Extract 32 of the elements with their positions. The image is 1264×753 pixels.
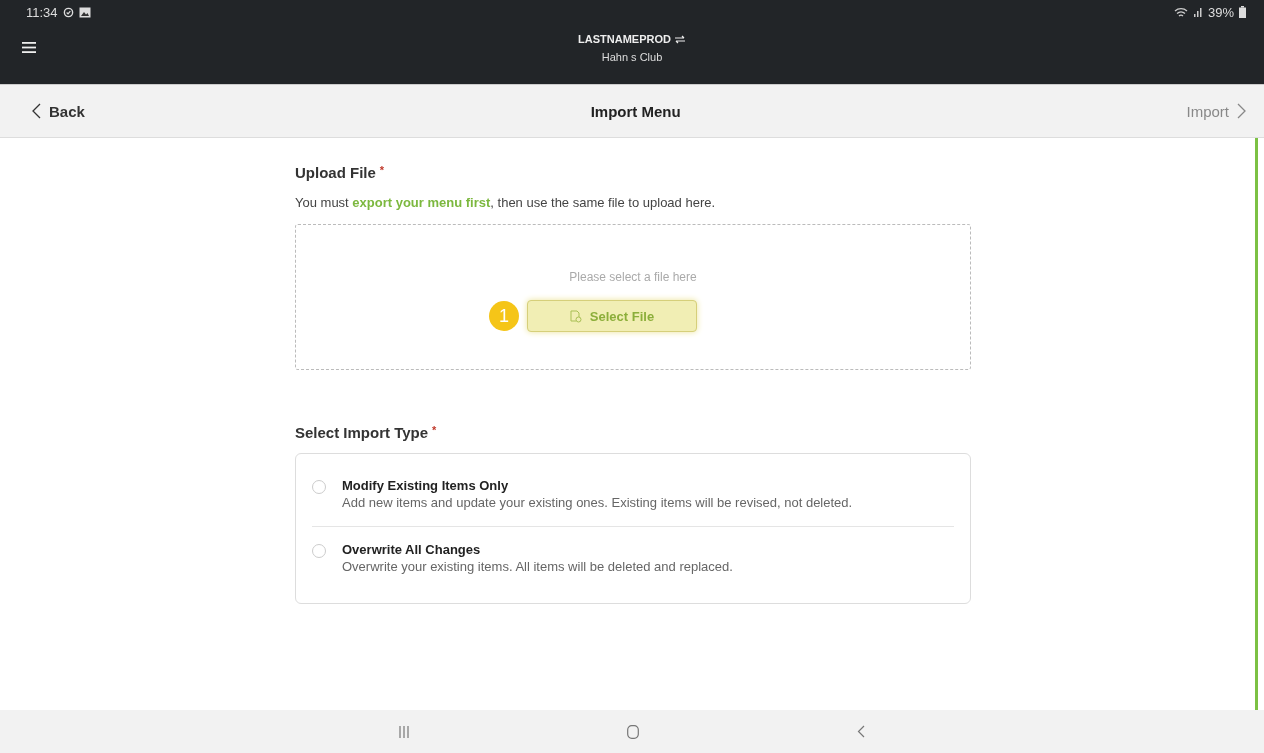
- club-name: Hahn s Club: [601, 51, 663, 63]
- battery-percent: 39%: [1207, 4, 1234, 20]
- option-description: Add new items and update your existing ones. Existing items will be revised, not deleted.: [342, 496, 854, 511]
- instruction-text: You must export your menu first, then use the same file to upload here.: [295, 195, 717, 210]
- status-time: 11:34: [26, 4, 58, 20]
- file-drop-zone[interactable]: Please select a file here 1 Select File: [295, 224, 971, 370]
- section-heading: Upload File: [295, 164, 376, 181]
- required-mark: *: [379, 164, 385, 178]
- back-icon[interactable]: [857, 725, 865, 738]
- required-mark: *: [432, 424, 437, 438]
- shield-check-icon: [62, 6, 74, 18]
- option-description: Overwrite your existing items. All items will be deleted and replaced.: [342, 559, 734, 575]
- step-badge: 1: [489, 301, 519, 331]
- menu-icon[interactable]: [22, 42, 36, 53]
- image-icon: [78, 6, 91, 18]
- swap-icon[interactable]: [673, 34, 686, 44]
- recent-apps-icon[interactable]: [399, 725, 409, 738]
- select-file-button[interactable]: Select File: [527, 300, 697, 332]
- drop-hint: Please select a file here: [569, 270, 697, 284]
- option-title: Modify Existing Items Only: [342, 478, 510, 493]
- section-heading: Select Import Type: [295, 424, 429, 441]
- wifi-icon: [1173, 6, 1188, 18]
- account-name: LASTNAMEPROD: [578, 33, 671, 45]
- signal-icon: [1192, 7, 1203, 17]
- battery-icon: [1239, 6, 1246, 18]
- chevron-right-icon: [1237, 103, 1246, 119]
- file-icon: [569, 309, 582, 323]
- option-title: Overwrite All Changes: [342, 541, 482, 557]
- page-title: Import Menu: [590, 102, 681, 120]
- back-button[interactable]: Back: [32, 102, 85, 120]
- chevron-left-icon: [32, 103, 41, 119]
- home-icon[interactable]: [627, 724, 639, 739]
